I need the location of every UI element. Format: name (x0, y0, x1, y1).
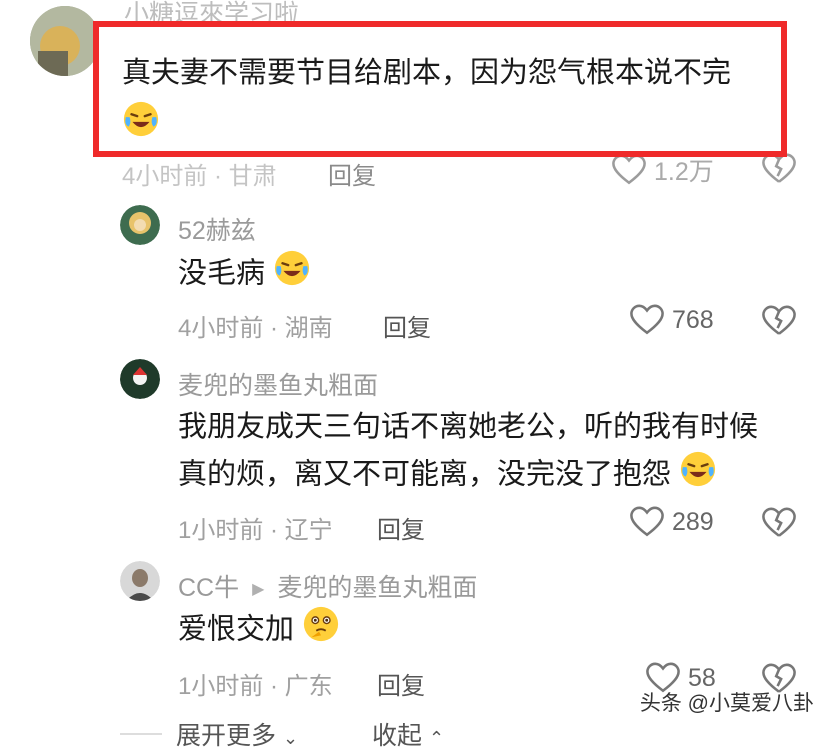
comment-meta: 4小时前 · 甘肃 (122, 163, 277, 190)
comment-text-line: 我朋友成天三句话不离她老公，听的我有时候 (178, 411, 759, 443)
reply-to-author[interactable]: 麦兜的墨鱼丸粗面 (277, 574, 477, 602)
reply-arrow-icon: ▶ (252, 581, 265, 599)
comment-author[interactable]: 52赫兹 (178, 211, 256, 247)
chevron-down-icon: ⌄ (282, 728, 299, 748)
crying-laughing-emoji-icon (273, 249, 311, 301)
expand-more-label: 展开更多 (176, 722, 277, 750)
collapse-label: 收起 (372, 722, 423, 750)
like-button[interactable]: 1.2万 (612, 152, 714, 188)
comment-text-content: 爱恨交加 (178, 613, 295, 646)
heart-icon (630, 304, 664, 335)
comment-author[interactable]: CC牛 (178, 574, 239, 602)
expand-divider (120, 733, 162, 735)
avatar[interactable] (120, 359, 160, 399)
broken-heart-icon (762, 305, 796, 335)
comment-text-content: 没毛病 (178, 257, 266, 290)
comment-text-line: 真的烦，离又不可能离，没完没了抱怨 (178, 458, 672, 491)
reply-button[interactable]: 回复 (383, 308, 431, 343)
broken-heart-icon (762, 507, 796, 537)
comment-author[interactable]: 麦兜的墨鱼丸粗面 (178, 366, 378, 402)
reply-button[interactable]: 回复 (377, 666, 425, 701)
watermark: 头条 @小莫爱八卦 (639, 692, 814, 715)
like-button[interactable]: 768 (630, 304, 714, 336)
heart-icon (612, 154, 646, 185)
comment-text: 爱恨交加 (178, 605, 340, 657)
like-count: 1.2万 (654, 158, 714, 186)
comment-text: 真夫妻不需要节目给剧本，因为怨气根本说不完 (122, 50, 782, 96)
heart-icon (630, 506, 664, 537)
comment-text-line-wrap: 真的烦，离又不可能离，没完没了抱怨 (178, 450, 798, 502)
dislike-button[interactable] (762, 305, 796, 342)
comment-text: 没毛病 (178, 249, 311, 301)
like-count: 289 (672, 507, 714, 536)
comment-meta: 1小时前 · 辽宁 (178, 517, 333, 544)
thinking-face-emoji-icon (302, 605, 340, 657)
avatar[interactable] (120, 205, 160, 245)
comment-author-line: CC牛 ▶ 麦兜的墨鱼丸粗面 (178, 568, 477, 604)
crying-laughing-emoji-icon (122, 100, 160, 143)
comment-text-content: 真夫妻不需要节目给剧本，因为怨气根本说不完 (122, 57, 732, 89)
like-count: 768 (672, 305, 714, 334)
expand-more-button[interactable]: 展开更多 ⌄ (176, 716, 298, 752)
comment-meta: 1小时前 · 广东 (178, 673, 333, 700)
avatar[interactable] (30, 6, 100, 76)
dislike-button[interactable] (762, 153, 796, 190)
crying-laughing-emoji-icon (679, 450, 717, 502)
like-button[interactable]: 289 (630, 506, 714, 538)
chevron-up-icon: ⌃ (428, 728, 445, 748)
reply-button[interactable]: 回复 (328, 156, 376, 191)
collapse-button[interactable]: 收起 ⌃ (372, 716, 444, 752)
dislike-button[interactable] (762, 507, 796, 544)
reply-button[interactable]: 回复 (377, 510, 425, 545)
comment-text: 我朋友成天三句话不离她老公，听的我有时候 真的烦，离又不可能离，没完没了抱怨 (178, 404, 798, 502)
comment-meta: 4小时前 · 湖南 (178, 315, 333, 342)
avatar[interactable] (120, 561, 160, 601)
broken-heart-icon (762, 153, 796, 183)
